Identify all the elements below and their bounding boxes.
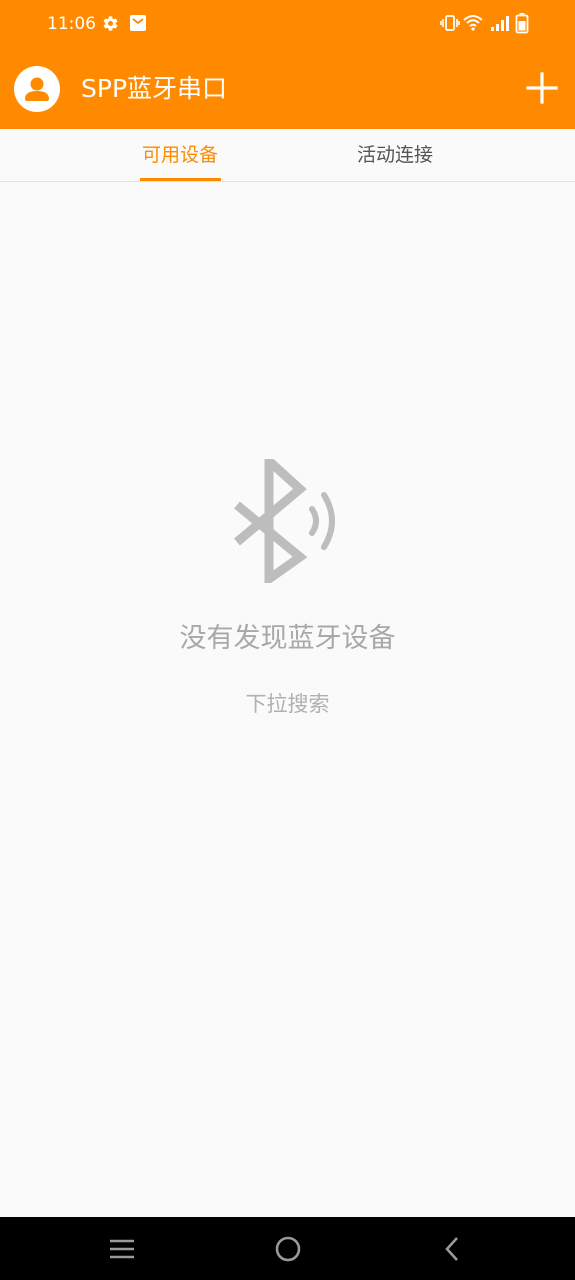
wifi-icon (463, 15, 483, 31)
app-header: 11:06 SPP蓝牙串口 (0, 0, 575, 129)
menu-icon (110, 1239, 134, 1259)
empty-state-title: 没有发现蓝牙设备 (179, 623, 396, 654)
cellular-signal-icon (491, 16, 509, 31)
status-bar: 11:06 (0, 0, 575, 48)
user-avatar-icon[interactable] (14, 66, 60, 112)
nav-menu-button[interactable] (106, 1233, 138, 1265)
battery-icon (515, 13, 529, 34)
back-icon (445, 1237, 458, 1261)
mail-notification-icon (130, 15, 146, 31)
tab-available-devices[interactable]: 可用设备 (120, 129, 240, 181)
app-screen: 11:06 SPP蓝牙串口 可用设备 活动连接 没有发现蓝牙设备 下拉搜索 (0, 0, 575, 1280)
empty-state-hint: 下拉搜索 (245, 692, 330, 716)
tab-active-connections[interactable]: 活动连接 (335, 129, 455, 181)
status-time: 11:06 (47, 14, 96, 34)
bluetooth-icon (234, 459, 335, 583)
system-nav-bar (0, 1217, 575, 1280)
tab-bar: 可用设备 活动连接 (0, 129, 575, 182)
device-list-empty-state[interactable]: 没有发现蓝牙设备 下拉搜索 (0, 181, 575, 1217)
vibrate-icon (440, 15, 460, 31)
nav-home-button[interactable] (272, 1233, 304, 1265)
toolbar: SPP蓝牙串口 (0, 48, 575, 129)
add-button[interactable] (522, 68, 562, 108)
plus-icon (526, 72, 558, 104)
home-icon (275, 1236, 301, 1262)
settings-gear-icon (103, 16, 118, 31)
app-title: SPP蓝牙串口 (81, 74, 228, 103)
nav-back-button[interactable] (437, 1233, 469, 1265)
